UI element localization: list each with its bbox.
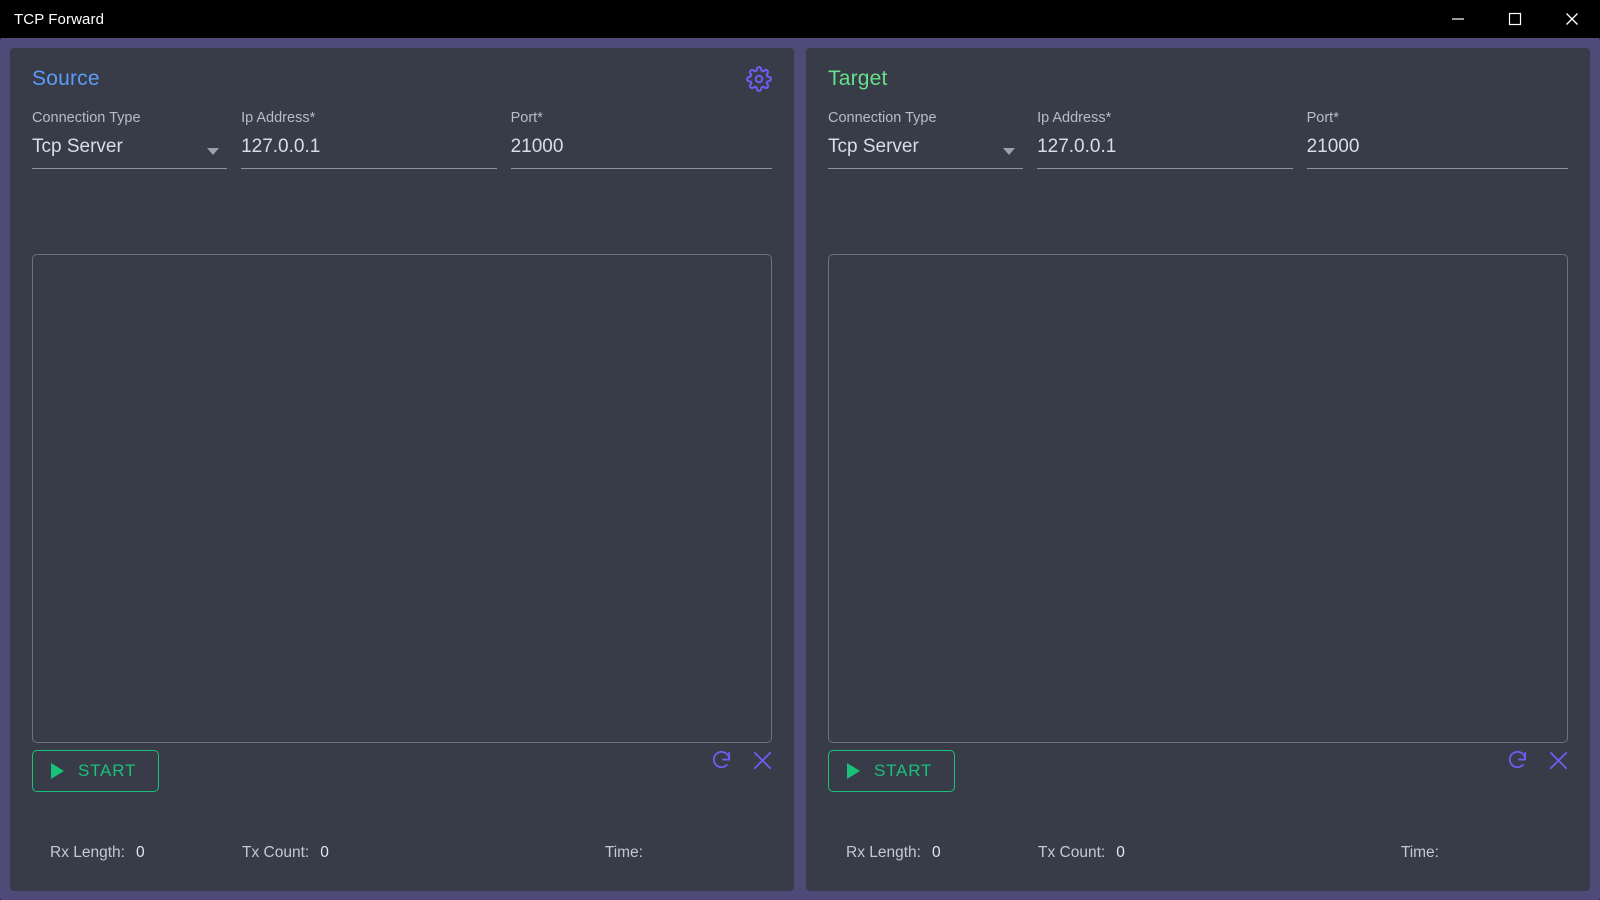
target-tx-count-value: 0 (1116, 844, 1125, 861)
chevron-down-icon (1003, 148, 1016, 155)
source-port-label: Port* (510, 110, 543, 126)
refresh-icon (1508, 750, 1527, 768)
source-action-row: START (32, 747, 774, 795)
target-port-underline (1306, 168, 1568, 169)
minimize-button[interactable] (1429, 0, 1486, 38)
source-rx-length-label: Rx Length: (50, 844, 125, 861)
target-panel-header: Target (806, 48, 1590, 110)
close-icon (753, 751, 772, 769)
source-tx-count-label: Tx Count: (242, 844, 310, 861)
target-fields: Connection Type Tcp Server Ip Address* 1… (806, 110, 1590, 169)
target-connection-type-select[interactable]: Connection Type Tcp Server (828, 110, 1024, 169)
source-connection-type-select[interactable]: Connection Type Tcp Server (32, 110, 228, 169)
target-rx-length-label: Rx Length: (846, 844, 921, 861)
source-port-field[interactable]: Port* 21000 (510, 110, 772, 169)
title-bar: TCP Forward (0, 0, 1600, 38)
target-time-label: Time: (1400, 844, 1439, 861)
window-title: TCP Forward (14, 10, 105, 28)
source-panel-title: Source (32, 67, 100, 90)
close-icon (1565, 13, 1578, 25)
source-tx-count-value: 0 (320, 844, 329, 861)
close-button[interactable] (1543, 0, 1600, 38)
target-panel: Target Connection Type Tcp Server Ip Add… (806, 48, 1590, 891)
close-icon (1549, 751, 1568, 769)
target-port-label: Port* (1306, 110, 1339, 126)
source-connection-type-value: Tcp Server (32, 136, 123, 157)
source-refresh-button[interactable] (710, 749, 733, 772)
source-ip-address-underline (241, 168, 497, 169)
target-rx-length: Rx Length: 0 (846, 844, 1038, 862)
source-connection-type-label: Connection Type (32, 110, 141, 126)
refresh-icon (712, 750, 731, 768)
gear-icon (746, 66, 772, 92)
target-port-value[interactable]: 21000 (1307, 135, 1568, 161)
source-ip-address-field[interactable]: Ip Address* 127.0.0.1 (241, 110, 497, 169)
source-clear-button[interactable] (751, 749, 774, 772)
source-panel-header: Source (10, 48, 794, 110)
source-start-button-label: START (78, 761, 137, 780)
source-panel: Source Connection Type Tcp Server Ip Add… (10, 48, 794, 891)
target-time: Time: (1401, 844, 1450, 862)
source-ip-address-label: Ip Address* (241, 110, 316, 126)
target-action-row: START (828, 747, 1570, 795)
source-port-value[interactable]: 21000 (511, 135, 772, 161)
panel-container: Source Connection Type Tcp Server Ip Add… (0, 38, 1600, 900)
target-status-row: Rx Length: 0 Tx Count: 0 Time: (828, 841, 1568, 865)
source-start-button[interactable]: START (32, 750, 160, 792)
target-ip-address-field[interactable]: Ip Address* 127.0.0.1 (1037, 110, 1293, 169)
source-rx-length-value: 0 (135, 844, 145, 861)
settings-button[interactable] (744, 64, 774, 94)
target-start-button[interactable]: START (828, 750, 956, 792)
source-port-underline (510, 168, 772, 169)
application-window: TCP Forward Source Connection Type Tcp S… (0, 0, 1600, 900)
source-time-label: Time: (604, 844, 643, 861)
target-panel-title: Target (828, 67, 888, 90)
target-connection-type-value: Tcp Server (828, 136, 919, 157)
target-connection-type-underline (828, 168, 1024, 169)
target-tx-count: Tx Count: 0 (1038, 844, 1338, 862)
target-icon-actions (1506, 749, 1570, 772)
source-fields: Connection Type Tcp Server Ip Address* 1… (10, 110, 794, 169)
play-icon (847, 763, 860, 779)
maximize-icon (1508, 12, 1521, 26)
target-refresh-button[interactable] (1506, 749, 1529, 772)
chevron-down-icon (207, 148, 220, 155)
source-time: Time: (605, 844, 654, 862)
target-clear-button[interactable] (1547, 749, 1570, 772)
target-start-button-label: START (874, 761, 933, 780)
maximize-button[interactable] (1486, 0, 1543, 38)
source-ip-address-value[interactable]: 127.0.0.1 (241, 135, 497, 161)
source-tx-count: Tx Count: 0 (242, 844, 542, 862)
target-ip-address-value[interactable]: 127.0.0.1 (1037, 135, 1293, 161)
minimize-icon (1451, 18, 1464, 20)
target-port-field[interactable]: Port* 21000 (1306, 110, 1568, 169)
target-log-area[interactable] (828, 254, 1568, 743)
window-controls (1429, 0, 1600, 38)
target-tx-count-label: Tx Count: (1038, 844, 1106, 861)
source-status-row: Rx Length: 0 Tx Count: 0 Time: (32, 841, 772, 865)
source-icon-actions (710, 749, 774, 772)
target-ip-address-label: Ip Address* (1037, 110, 1112, 126)
source-log-area[interactable] (32, 254, 772, 743)
target-rx-length-value: 0 (931, 844, 941, 861)
target-ip-address-underline (1037, 168, 1293, 169)
play-icon (51, 763, 64, 779)
target-connection-type-label: Connection Type (828, 110, 937, 126)
source-rx-length: Rx Length: 0 (50, 844, 242, 862)
source-connection-type-underline (32, 168, 228, 169)
